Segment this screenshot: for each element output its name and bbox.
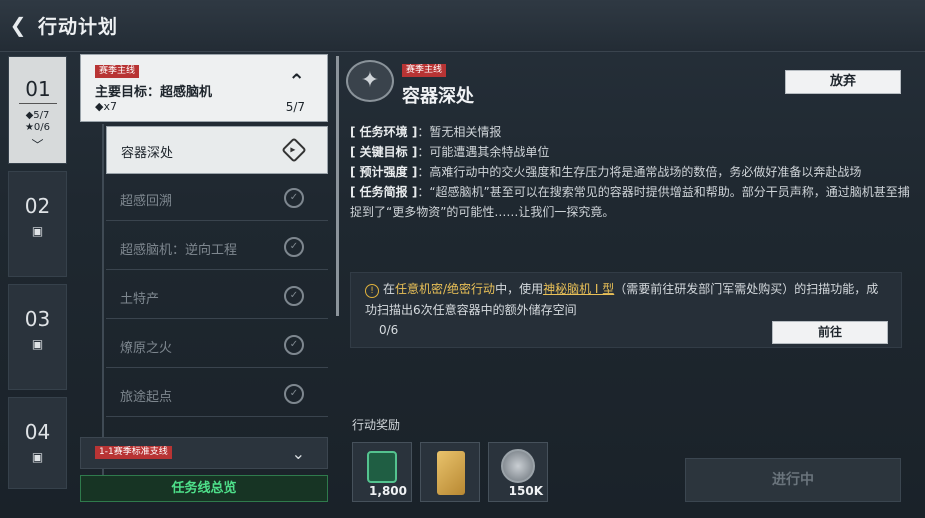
chapter-tab-01[interactable]: 01 ◆5/7 ★0/6 ﹀ (8, 56, 67, 164)
objective-progress: 0/6 (379, 323, 399, 337)
chapter-tab-03[interactable]: 03 ▣ (8, 284, 67, 390)
target-label: [ 关键目标 ] (350, 145, 418, 159)
reward-item[interactable]: 1,800 (352, 442, 412, 502)
main-objective-reward: ◆x7 (95, 100, 117, 113)
objective-box: ! 在任意机密/绝密行动中，使用神秘脑机 I 型（需要前往研发部门军需处购买）的扫… (350, 272, 902, 348)
intensity-value: ：高难行动中的交火强度和生存压力将是通常战场的数倍，务必做好准备以奔赴战场 (417, 165, 862, 179)
reward-item[interactable]: 150K (488, 442, 548, 502)
main-objective-progress: 5/7 (285, 100, 305, 114)
lock-icon: ▣ (31, 224, 44, 238)
silver-coin-icon (501, 449, 535, 483)
eagle-emblem-icon: ✦ (346, 60, 394, 102)
season-main-tag: 赛季主线 (402, 64, 447, 77)
sub-mission-item[interactable]: 旅途起点 ✓ (106, 371, 328, 417)
env-value: ：暂无相关情报 (417, 125, 502, 139)
sub-mission-label: 旅途起点 (120, 390, 173, 405)
secondary-tag: 1-1赛季标准支线 (95, 446, 172, 459)
completed-medal-icon: ✓ (284, 286, 304, 306)
tree-line (102, 124, 104, 484)
chevron-up-icon[interactable]: ⌃ (288, 69, 305, 93)
sub-mission-label: 超感回溯 (120, 194, 173, 209)
completed-medal-icon: ✓ (284, 335, 304, 355)
active-diamond-icon: ▸ (281, 137, 307, 163)
back-arrow-icon[interactable]: ❮ (6, 13, 30, 37)
intensity-label: [ 预计强度 ] (350, 165, 418, 179)
sub-mission-item[interactable]: 土特产 ✓ (106, 273, 328, 319)
sub-mission-label: 燎原之火 (120, 341, 173, 356)
mission-detail-panel: ✦ 赛季主线 容器深处 放弃 [ 任务环境 ]：暂无相关情报 [ 关键目标 ]：… (342, 54, 918, 514)
chapter-nav: 01 ◆5/7 ★0/6 ﹀ 02 ▣ 03 ▣ 04 ▣ (8, 56, 67, 496)
chapter-stat-diamonds: ◆5/7 (25, 110, 50, 121)
chevron-down-icon: ﹀ (31, 138, 44, 152)
mission-info: [ 任务环境 ]：暂无相关情报 [ 关键目标 ]：可能遭遇其余特战单位 [ 预计… (350, 122, 910, 222)
env-label: [ 任务环境 ] (350, 125, 418, 139)
chapter-tab-02[interactable]: 02 ▣ (8, 171, 67, 277)
obj-prefix: 在 (383, 282, 396, 296)
page-title: 行动计划 (38, 16, 119, 38)
lock-icon: ▣ (31, 337, 44, 351)
main-objective-title: 主要目标：超感脑机 (95, 85, 213, 100)
reward-value: 150K (508, 484, 543, 498)
lock-icon: ▣ (31, 450, 44, 464)
chapter-number: 03 (24, 307, 51, 331)
brief-value: ：“超感脑机”甚至可以在搜索常见的容器时提供增益和帮助。部分干员声称，通过脑机甚… (350, 185, 910, 219)
brief-label: [ 任务简报 ] (350, 185, 418, 199)
chapter-number: 01 (19, 77, 57, 104)
main-objective-card[interactable]: 赛季主线 主要目标：超感脑机 ◆x7 ⌃ 5/7 (80, 54, 328, 122)
chapter-number: 02 (24, 194, 51, 218)
in-progress-button[interactable]: 进行中 (685, 458, 901, 502)
chevron-down-icon[interactable]: ⌄ (292, 444, 305, 463)
reward-item[interactable] (420, 442, 480, 502)
mission-overview-button[interactable]: 任务线总览 (80, 475, 328, 502)
sub-mission-item[interactable]: 超感回溯 ✓ (106, 175, 328, 221)
list-scrollbar[interactable] (336, 56, 339, 316)
chapter-tab-04[interactable]: 04 ▣ (8, 397, 67, 489)
mission-title: 容器深处 (402, 86, 474, 107)
rewards-label: 行动奖励 (352, 418, 401, 432)
top-bar: ❮ 行动计划 (0, 0, 925, 52)
goto-button[interactable]: 前往 (772, 321, 888, 344)
sub-mission-label: 超感脑机：逆向工程 (120, 243, 238, 258)
abandon-button[interactable]: 放弃 (785, 70, 901, 94)
sub-mission-label: 土特产 (120, 292, 160, 307)
sub-mission-item[interactable]: 燎原之火 ✓ (106, 322, 328, 368)
sub-mission-item[interactable]: 容器深处 ▸ (106, 126, 328, 174)
gold-card-icon (437, 451, 465, 495)
sub-mission-label: 容器深处 (121, 146, 174, 161)
info-icon: ! (365, 284, 379, 298)
obj-mid: 中，使用 (495, 282, 544, 296)
completed-medal-icon: ✓ (284, 237, 304, 257)
season-main-tag: 赛季主线 (95, 65, 140, 78)
completed-medal-icon: ✓ (284, 188, 304, 208)
mission-list: 赛季主线 主要目标：超感脑机 ◆x7 ⌃ 5/7 容器深处 ▸ 超感回溯 ✓ 超… (80, 54, 330, 502)
objective-text: ! 在任意机密/绝密行动中，使用神秘脑机 I 型（需要前往研发部门军需处购买）的扫… (365, 279, 885, 321)
target-value: ：可能遭遇其余特战单位 (417, 145, 550, 159)
item-link[interactable]: 神秘脑机 I 型 (543, 282, 614, 296)
chapter-stat-stars: ★0/6 (24, 122, 51, 133)
reward-value: 1,800 (369, 484, 407, 498)
completed-medal-icon: ✓ (284, 384, 304, 404)
chapter-number: 04 (24, 420, 51, 444)
obj-mode: 任意机密/绝密行动 (395, 282, 496, 296)
secondary-mission-card[interactable]: 1-1赛季标准支线 ⌄ (80, 437, 328, 469)
sub-mission-item[interactable]: 超感脑机：逆向工程 ✓ (106, 224, 328, 270)
medkit-icon (367, 451, 397, 483)
